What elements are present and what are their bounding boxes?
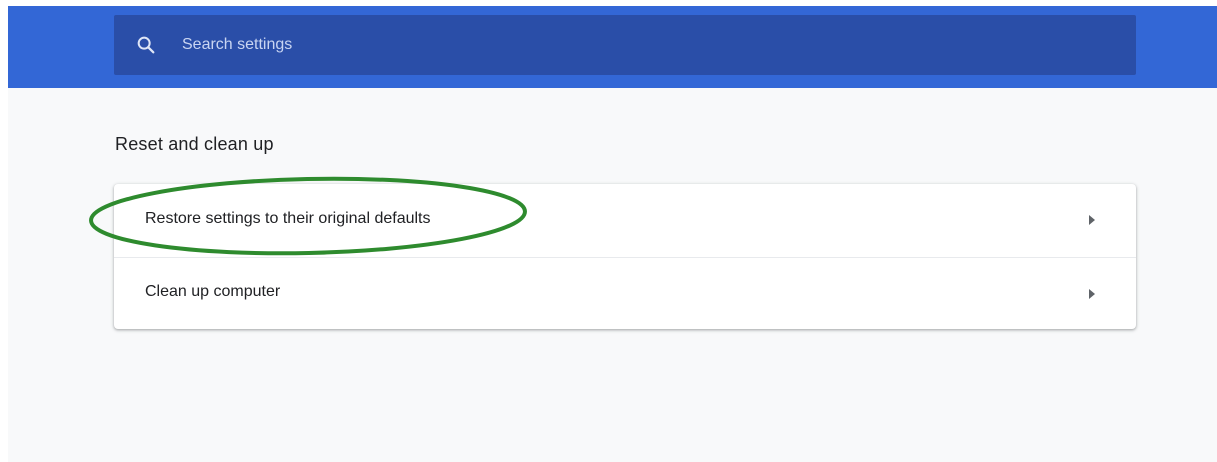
clean-up-computer-label: Clean up computer: [145, 283, 281, 300]
search-input[interactable]: [182, 15, 1082, 75]
search-icon[interactable]: [135, 34, 157, 56]
restore-defaults-row[interactable]: Restore settings to their original defau…: [114, 184, 1136, 256]
restore-defaults-label: Restore settings to their original defau…: [145, 210, 431, 227]
arrow-right-icon: [1089, 289, 1095, 299]
reset-card: Restore settings to their original defau…: [114, 184, 1136, 329]
search-box[interactable]: [114, 15, 1136, 75]
settings-window: Reset and clean up Restore settings to t…: [8, 6, 1217, 462]
settings-header: [8, 6, 1217, 88]
clean-up-computer-row[interactable]: Clean up computer: [114, 257, 1136, 330]
arrow-right-icon: [1089, 215, 1095, 225]
section-title: Reset and clean up: [115, 134, 274, 154]
